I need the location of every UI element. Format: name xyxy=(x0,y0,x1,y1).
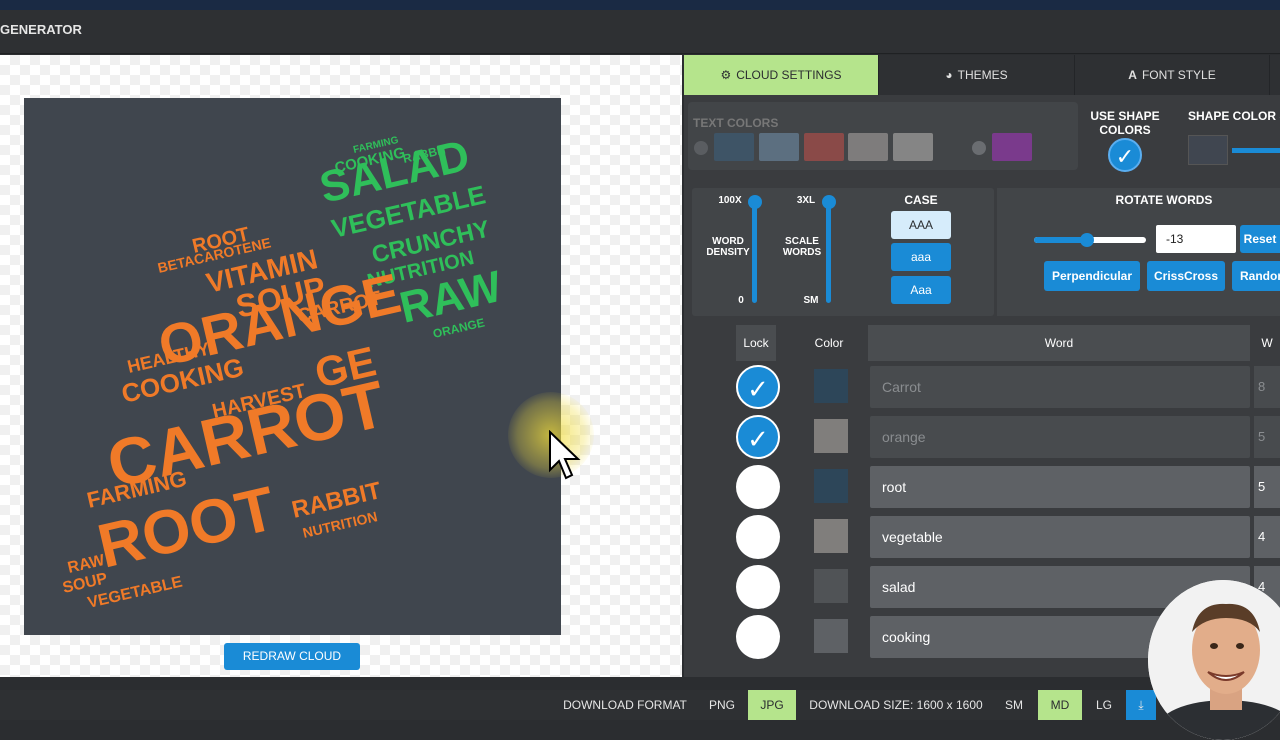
download-size-label: DOWNLOAD SIZE: 1600 x 1600 xyxy=(809,698,983,712)
rotate-reset-button[interactable]: Reset xyxy=(1240,225,1280,253)
scale-max-label: 3XL xyxy=(796,195,816,206)
text-color-swatch[interactable] xyxy=(714,133,754,161)
canvas-area: SALAD VEGETABLE CRUNCHY NUTRITION RAW CO… xyxy=(0,55,682,677)
app-title: GENERATOR xyxy=(0,10,1280,54)
weight-input[interactable]: 8 xyxy=(1254,366,1280,408)
format-jpg-button[interactable]: JPG xyxy=(748,690,796,720)
case-lower-button[interactable]: aaa xyxy=(891,243,951,271)
density-max-label: 100X xyxy=(718,195,742,206)
lock-checkbox[interactable] xyxy=(736,515,780,559)
table-row: ✓ Carrot 8 xyxy=(724,364,1280,410)
tab-font-style[interactable]: A FONT STYLE xyxy=(1075,55,1270,95)
mouse-cursor-icon xyxy=(549,430,581,480)
lock-checkbox[interactable] xyxy=(736,565,780,609)
size-lg-button[interactable]: LG xyxy=(1084,690,1124,720)
use-shape-colors-checkbox[interactable]: ✓ xyxy=(1108,138,1142,172)
crisscross-button[interactable]: CrissCross xyxy=(1147,261,1225,291)
scale-words-label: SCALE WORDS xyxy=(782,236,822,258)
random-button[interactable]: Randon xyxy=(1232,261,1280,291)
weight-column-header: W xyxy=(1261,336,1273,350)
word-cloud-svg: SALAD VEGETABLE CRUNCHY NUTRITION RAW CO… xyxy=(61,131,507,612)
word-input[interactable]: orange xyxy=(870,416,1250,458)
scale-min-label: SM xyxy=(803,295,819,306)
settings-tabs: ⚙ CLOUD SETTINGS ◕ THEMES A FONT STYLE xyxy=(684,55,1280,95)
color-column-header: Color xyxy=(814,336,844,350)
use-shape-colors-label: USE SHAPE COLORS xyxy=(1090,109,1160,137)
case-title-button[interactable]: Aaa xyxy=(891,276,951,304)
redraw-cloud-button[interactable]: REDRAW CLOUD xyxy=(224,643,360,670)
row-color-swatch[interactable] xyxy=(814,519,848,553)
tab-cloud-settings[interactable]: ⚙ CLOUD SETTINGS xyxy=(684,55,879,95)
word-input[interactable]: vegetable xyxy=(870,516,1250,558)
weight-input[interactable]: 5 xyxy=(1254,466,1280,508)
word-column-header: Word xyxy=(868,325,1250,361)
row-color-swatch[interactable] xyxy=(814,569,848,603)
os-top-strip xyxy=(0,0,1280,10)
row-color-swatch[interactable] xyxy=(814,469,848,503)
shape-color-label: SHAPE COLOR & xyxy=(1188,109,1280,123)
word-cloud-preview: SALAD VEGETABLE CRUNCHY NUTRITION RAW CO… xyxy=(24,98,561,635)
table-row: vegetable 4 xyxy=(724,514,1280,560)
case-upper-button[interactable]: AAA xyxy=(891,211,951,239)
scale-words-thumb[interactable] xyxy=(822,195,836,209)
word-density-label: WORD DENSITY xyxy=(706,236,750,258)
word-input[interactable]: Carrot xyxy=(870,366,1250,408)
gears-icon: ⚙ xyxy=(720,68,732,82)
lock-column-header: Lock xyxy=(736,325,776,361)
extra-color-radio[interactable] xyxy=(972,141,986,155)
word-input[interactable]: root xyxy=(870,466,1250,508)
weight-input[interactable]: 5 xyxy=(1254,416,1280,458)
size-sm-button[interactable]: SM xyxy=(994,690,1034,720)
table-row: root 5 xyxy=(724,464,1280,510)
download-format-label: DOWNLOAD FORMAT xyxy=(563,698,687,712)
row-color-swatch[interactable] xyxy=(814,369,848,403)
word-density-slider[interactable] xyxy=(752,203,757,303)
lock-checkbox[interactable] xyxy=(736,465,780,509)
scale-words-slider[interactable] xyxy=(826,203,831,303)
lock-checkbox[interactable]: ✓ xyxy=(736,365,780,409)
text-color-swatch[interactable] xyxy=(759,133,799,161)
weight-input[interactable]: 4 xyxy=(1254,516,1280,558)
rotate-slider-fill xyxy=(1034,237,1086,243)
row-color-swatch[interactable] xyxy=(814,419,848,453)
format-png-button[interactable]: PNG xyxy=(700,690,744,720)
download-icon: ⤓ xyxy=(1138,698,1144,712)
text-color-swatch[interactable] xyxy=(804,133,844,161)
rotate-value-input[interactable]: -13 xyxy=(1156,225,1236,253)
table-row: ✓ orange 5 xyxy=(724,414,1280,460)
text-colors-radio[interactable] xyxy=(694,141,708,155)
extra-color-swatch[interactable] xyxy=(992,133,1032,161)
text-color-swatch[interactable] xyxy=(893,133,933,161)
shape-color-swatch[interactable] xyxy=(1188,135,1228,165)
rotate-slider-thumb[interactable] xyxy=(1080,233,1094,247)
text-color-swatch[interactable] xyxy=(848,133,888,161)
lock-checkbox[interactable] xyxy=(736,615,780,659)
download-bar: DOWNLOAD FORMAT PNG JPG DOWNLOAD SIZE: 1… xyxy=(0,690,1280,720)
case-label: CASE xyxy=(904,193,938,207)
shape-opacity-slider[interactable] xyxy=(1232,148,1280,153)
rotate-words-section xyxy=(997,188,1280,316)
word-density-thumb[interactable] xyxy=(748,195,762,209)
text-colors-label: TEXT COLORS xyxy=(693,116,779,130)
perpendicular-button[interactable]: Perpendicular xyxy=(1044,261,1140,291)
row-color-swatch[interactable] xyxy=(814,619,848,653)
download-button[interactable]: ⤓ xyxy=(1126,690,1156,720)
tab-themes[interactable]: ◕ THEMES xyxy=(879,55,1075,95)
lock-checkbox[interactable]: ✓ xyxy=(736,415,780,459)
size-md-button[interactable]: MD xyxy=(1038,690,1082,720)
font-icon: A xyxy=(1128,68,1137,82)
palette-icon: ◕ xyxy=(945,68,953,82)
rotate-words-label: ROTATE WORDS xyxy=(1115,193,1213,207)
